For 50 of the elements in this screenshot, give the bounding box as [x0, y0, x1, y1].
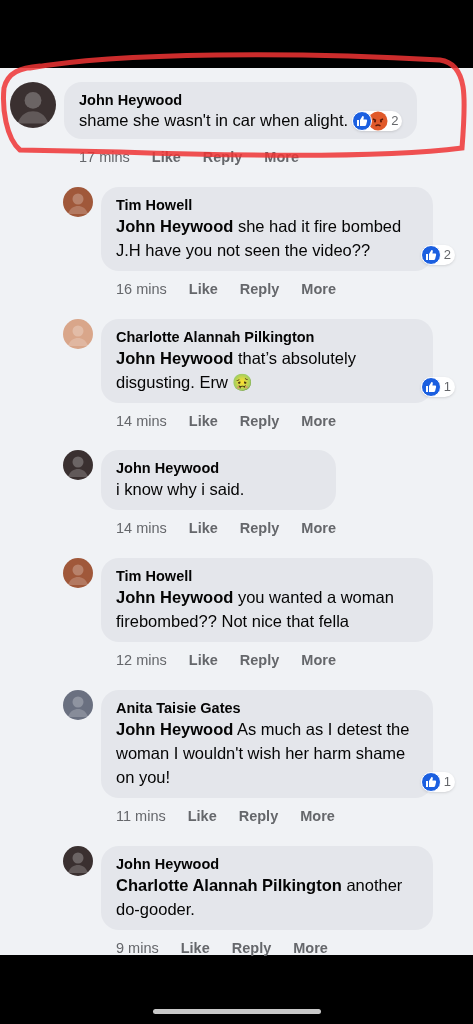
comment-time: 16 mins	[116, 279, 167, 299]
comment-action-link[interactable]: More	[301, 410, 336, 433]
comment-text: i know why i said.	[116, 480, 245, 499]
reaction-badge[interactable]: 1	[420, 771, 455, 792]
comment-action-link[interactable]: Like	[188, 518, 218, 540]
reaction-badge[interactable]: 2	[352, 110, 403, 131]
comment-action-link[interactable]: Reply	[239, 410, 280, 433]
comment-text: John Heywood As much as I detest the woman I wouldn't wish her harm shame on you!	[116, 719, 410, 786]
comment-action-link[interactable]: More	[301, 278, 336, 301]
comment-action-link[interactable]: Like	[188, 278, 218, 301]
reaction-badge[interactable]: 2	[420, 244, 455, 265]
comment-text: John Heywood you wanted a woman firebombed?? Not nice that fella	[116, 588, 394, 630]
comment-action-link[interactable]: More	[301, 518, 336, 540]
comment-time: 17 mins	[79, 148, 130, 167]
comment-time: 9 mins	[116, 938, 159, 958]
reaction-count: 2	[391, 111, 399, 130]
comment-author[interactable]: John Heywood	[116, 458, 321, 479]
comment-action-link[interactable]: Like	[188, 650, 218, 672]
comment-action-link[interactable]: More	[301, 650, 336, 672]
comment-author[interactable]: Anita Taisie Gates	[116, 697, 418, 718]
comment-text: John Heywood that’s absolutely disgusting. Erw 🤢	[116, 348, 356, 391]
comment-action-link[interactable]: Reply	[239, 518, 280, 540]
avatar[interactable]	[10, 82, 56, 128]
comment-action-link[interactable]: More	[293, 937, 328, 960]
comment-action-link[interactable]: Like	[188, 410, 218, 433]
comment-action-link[interactable]: Like	[180, 937, 210, 960]
comment-time: 12 mins	[116, 651, 167, 670]
comment-action-link[interactable]: Reply	[239, 650, 280, 672]
comment-author[interactable]: John Heywood	[116, 853, 418, 874]
avatar[interactable]	[63, 450, 93, 481]
comment-author[interactable]: Charlotte Alannah Pilkington	[116, 326, 418, 347]
reaction-badge[interactable]: 1	[420, 376, 455, 397]
reaction-count: 1	[443, 377, 451, 396]
comment-action-link[interactable]: Like	[187, 805, 217, 828]
comment-text: John Heywood she had it fire bombed J.H have you not seen the video??	[116, 216, 402, 259]
avatar[interactable]	[63, 845, 93, 876]
comment-text: shame she wasn't in car when alight.	[79, 110, 349, 131]
reaction-count: 1	[443, 773, 451, 791]
comment-time: 14 mins	[116, 411, 167, 431]
comment-author[interactable]: Tim Howell	[116, 566, 418, 586]
comment-author[interactable]: Tim Howell	[116, 194, 418, 215]
comment-time: 14 mins	[116, 519, 167, 539]
comment-author[interactable]: John Heywood	[79, 90, 403, 110]
comment-action-link[interactable]: Reply	[231, 937, 272, 960]
reaction-count: 2	[443, 246, 451, 264]
comment-action-link[interactable]: Reply	[238, 805, 279, 828]
comment-time: 11 mins	[116, 806, 166, 826]
comment-action-link[interactable]: Reply	[239, 278, 280, 301]
comment-text: Charlotte Alannah Pilkington another do-gooder.	[116, 875, 403, 918]
comment-action-link[interactable]: More	[300, 805, 335, 828]
